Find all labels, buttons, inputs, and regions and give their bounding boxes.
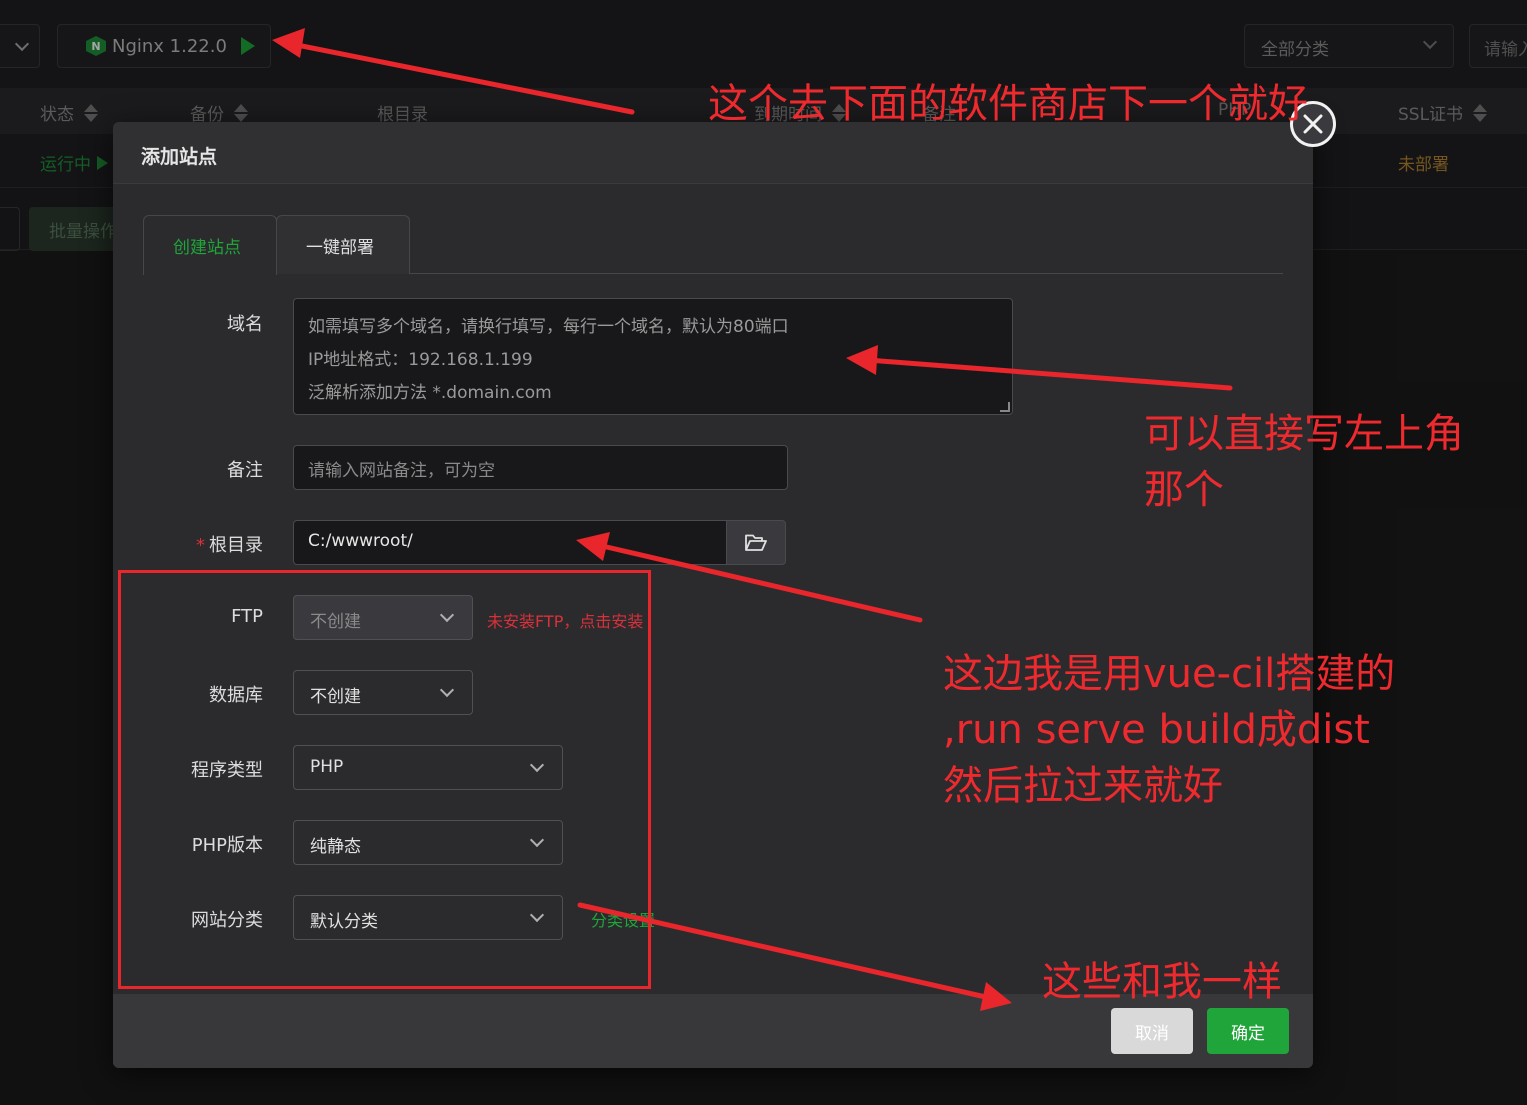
domain-label: 域名 (227, 314, 263, 335)
remark-label: 备注 (227, 460, 263, 481)
folder-picker-button[interactable] (726, 520, 786, 565)
dialog-tabs: 创建站点 一键部署 (143, 215, 1283, 275)
annotation-text-domain: 可以直接写左上角 那个 (1144, 406, 1464, 518)
root-directory-input[interactable]: C:/wwwroot/ (293, 520, 727, 565)
tab-one-click-deploy[interactable]: 一键部署 (276, 215, 410, 274)
required-marker: * (196, 535, 205, 556)
annotation-line: 可以直接写左上角 (1144, 411, 1464, 457)
remark-input[interactable]: 请输入网站备注，可为空 (293, 445, 788, 490)
domain-placeholder-line: 泛解析添加方法 *.domain.com (308, 383, 552, 403)
cancel-button[interactable]: 取消 (1111, 1008, 1193, 1054)
domain-placeholder-line: 如需填写多个域名，请换行填写，每行一个域名，默认为80端口 (308, 317, 789, 337)
folder-icon (745, 534, 767, 551)
root-label-text: 根目录 (209, 535, 263, 556)
annotation-highlight-box (118, 570, 651, 989)
domain-textarea[interactable]: 如需填写多个域名，请换行填写，每行一个域名，默认为80端口 IP地址格式：192… (293, 298, 1013, 415)
annotation-line: 然后拉过来就好 (943, 763, 1223, 809)
domain-placeholder-line: IP地址格式：192.168.1.199 (308, 350, 533, 370)
annotation-text-bottom: 这些和我一样 (1042, 959, 1282, 1005)
root-label: * 根目录 (113, 531, 263, 557)
tab-create-site[interactable]: 创建站点 (143, 215, 277, 275)
annotation-line: 这边我是用vue-cil搭建的 (943, 651, 1396, 697)
resize-handle-icon[interactable] (1000, 402, 1010, 412)
confirm-button[interactable]: 确定 (1207, 1008, 1289, 1054)
annotation-text-root: 这边我是用vue-cil搭建的 ,run serve build成dist 然后… (943, 646, 1395, 814)
annotation-text-top: 这个去下面的软件商店下一个就好 (708, 81, 1308, 127)
annotation-line: 那个 (1144, 467, 1224, 513)
annotation-line: ,run serve build成dist (943, 707, 1370, 753)
